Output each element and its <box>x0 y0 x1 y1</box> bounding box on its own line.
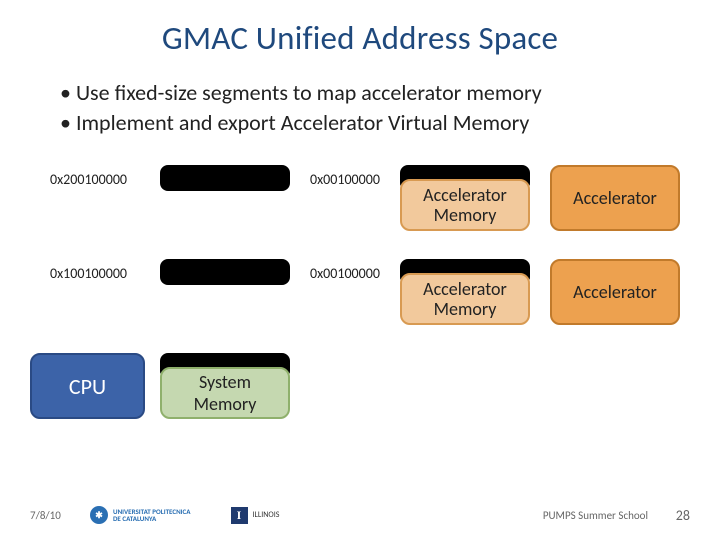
slide: GMAC Unified Address Space Use fixed-siz… <box>0 0 720 540</box>
slide-footer: 7/8/10 ✱ UNIVERSITAT POLITECNICA DE CATA… <box>0 502 720 528</box>
bullet-item: Use fixed-size segments to map accelerat… <box>60 78 690 108</box>
footer-school: PUMPS Summer School <box>543 509 648 522</box>
accelerator-box: Accelerator <box>550 259 680 325</box>
illinois-logo-icon: I <box>231 507 248 524</box>
diagram-area: 0x200100000 0x00100000 Accelerator Memor… <box>30 165 690 455</box>
accelerator-memory-box: Accelerator Memory <box>400 179 530 231</box>
upc-logo-icon: ✱ <box>90 506 108 524</box>
slide-title: GMAC Unified Address Space <box>30 18 690 58</box>
footer-date: 7/8/10 <box>30 509 61 522</box>
accelerator-box: Accelerator <box>550 165 680 231</box>
segment-bar <box>160 259 290 285</box>
upc-logo-text: UNIVERSITAT POLITECNICA DE CATALUNYA <box>113 508 191 522</box>
system-memory-box: System Memory <box>160 367 290 419</box>
address-label-right: 0x00100000 <box>310 265 380 282</box>
address-label-left: 0x100100000 <box>50 265 127 282</box>
address-label-left: 0x200100000 <box>50 171 127 188</box>
segment-bar <box>160 165 290 191</box>
address-label-right: 0x00100000 <box>310 171 380 188</box>
bullet-list: Use fixed-size segments to map accelerat… <box>60 78 690 137</box>
accelerator-memory-box: Accelerator Memory <box>400 273 530 325</box>
footer-logos: ✱ UNIVERSITAT POLITECNICA DE CATALUNYA I… <box>90 506 279 524</box>
bullet-item: Implement and export Accelerator Virtual… <box>60 108 690 138</box>
footer-page-number: 28 <box>676 507 690 524</box>
illinois-logo-text: ILLINOIS <box>253 511 280 519</box>
cpu-box: CPU <box>30 353 145 419</box>
